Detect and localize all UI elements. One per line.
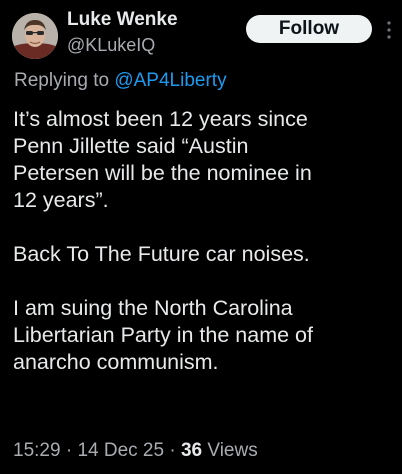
replying-to-prefix: Replying to xyxy=(14,70,115,91)
tweet-card: Luke Wenke @KLukeIQ Follow Replying to @… xyxy=(0,0,402,474)
more-options-icon[interactable] xyxy=(385,19,393,41)
follow-button[interactable]: Follow xyxy=(246,15,372,43)
views-label[interactable]: Views xyxy=(202,440,257,461)
reply-mention-link[interactable]: @AP4Liberty xyxy=(114,70,226,91)
author-handle[interactable]: @KLukeIQ xyxy=(67,34,155,56)
tweet-paragraph: It’s almost been 12 years since Penn Jil… xyxy=(13,107,312,212)
tweet-date[interactable]: 14 Dec 25 xyxy=(77,440,164,461)
tweet-meta: 15:29 · 14 Dec 25 · 36 Views xyxy=(13,439,258,463)
tweet-paragraph: I am suing the North Carolina Libertaria… xyxy=(13,296,313,374)
tweet-time[interactable]: 15:29 xyxy=(13,440,61,461)
meta-separator: · xyxy=(164,440,181,461)
tweet-paragraph: Back To The Future car noises. xyxy=(13,242,310,266)
replying-to-line: Replying to @AP4Liberty xyxy=(14,69,227,93)
tweet-text: It’s almost been 12 years since Penn Jil… xyxy=(13,106,393,376)
author-display-name[interactable]: Luke Wenke xyxy=(67,9,178,31)
avatar[interactable] xyxy=(12,13,58,59)
views-count[interactable]: 36 xyxy=(181,440,202,461)
avatar-image xyxy=(12,13,58,59)
meta-separator: · xyxy=(60,440,78,461)
